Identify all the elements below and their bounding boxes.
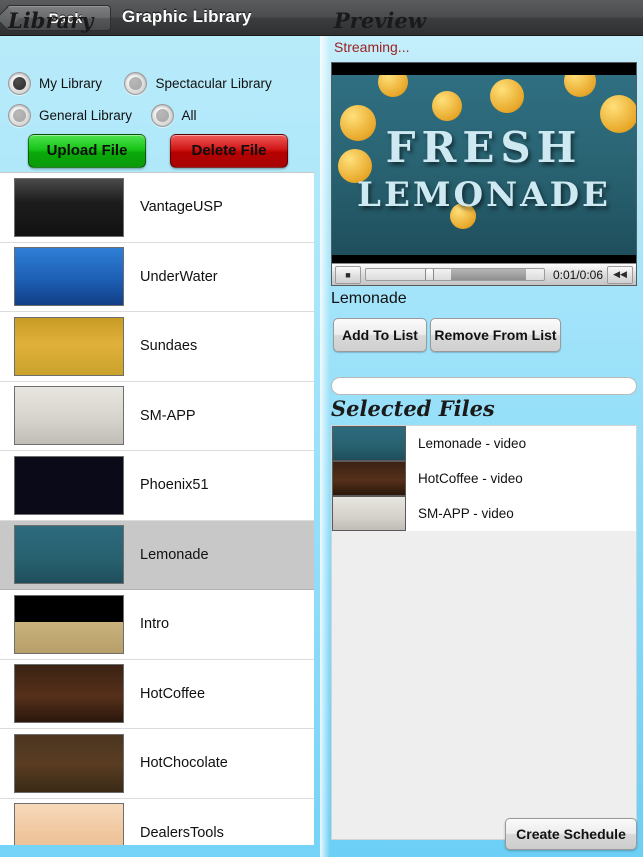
page-title: Graphic Library — [122, 7, 252, 26]
selected-file-thumbnail — [332, 461, 406, 496]
selected-files-heading: Selected Files — [331, 396, 495, 421]
file-name-label: VantageUSP — [140, 199, 223, 216]
radio-icon — [150, 104, 174, 127]
file-thumbnail — [14, 594, 124, 654]
radio-label: All — [181, 108, 197, 123]
table-row[interactable]: VantageUSP — [0, 173, 314, 243]
table-row[interactable]: HotCoffee — [0, 660, 314, 729]
file-name-label: Intro — [140, 616, 170, 633]
table-row[interactable]: UnderWater — [0, 243, 314, 312]
table-row[interactable]: Phoenix51 — [0, 451, 314, 521]
file-thumbnail — [14, 803, 124, 845]
playback-time: 0:01/0:06 — [552, 267, 603, 282]
preview-heading: Preview — [334, 8, 426, 33]
library-filter-row-1: My Library Spectacular Library — [8, 72, 272, 100]
selected-file-label: Lemonade - video — [418, 436, 527, 451]
table-row[interactable]: SM-APP — [0, 382, 314, 451]
file-thumbnail — [14, 247, 124, 307]
table-row[interactable]: DealersTools — [0, 799, 314, 845]
radio-general-library[interactable]: General Library — [8, 104, 132, 127]
file-name-label: DealersTools — [140, 824, 224, 841]
rewind-icon[interactable]: ◀◀ — [607, 265, 633, 284]
radio-spectacular-library[interactable]: Spectacular Library — [124, 72, 272, 95]
file-name-label: HotCoffee — [140, 685, 206, 702]
selected-file-thumbnail — [332, 426, 406, 461]
file-thumbnail — [14, 664, 124, 724]
create-schedule-button[interactable]: Create Schedule — [505, 818, 637, 850]
file-name-label: Sundaes — [140, 338, 198, 355]
library-file-list[interactable]: VantageUSP UnderWater Sundaes SM-APP Phoenix… — [0, 172, 314, 845]
radio-icon — [8, 104, 31, 127]
video-title-line-1: FRESH — [385, 123, 583, 172]
file-thumbnail — [14, 455, 124, 515]
video-player[interactable]: FRESH LEMONADE ■ 0:01/0:06 ◀◀ — [331, 62, 637, 286]
selected-files-list[interactable]: Lemonade - video HotCoffee - video SM-APP … — [331, 425, 637, 840]
top-navigation-bar: Back Graphic Library — [0, 0, 643, 36]
file-name-label: UnderWater — [140, 268, 218, 285]
add-to-list-button[interactable]: Add To List — [333, 318, 427, 352]
file-name-label: SM-APP — [140, 407, 196, 424]
selected-media-name: Lemonade — [331, 290, 407, 307]
file-name-label: HotChocolate — [140, 755, 228, 772]
file-thumbnail — [14, 316, 124, 376]
radio-my-library[interactable]: My Library — [8, 72, 102, 95]
table-row[interactable]: HotChocolate — [0, 729, 314, 799]
delete-file-button[interactable]: Delete File — [170, 134, 288, 168]
table-row[interactable]: Lemonade — [0, 520, 314, 590]
selected-file-label: HotCoffee - video — [418, 471, 523, 486]
radio-label: My Library — [39, 76, 103, 91]
library-filter-row-2: General Library All — [8, 104, 197, 132]
library-heading: Library — [8, 8, 94, 33]
table-row[interactable]: Sundaes — [0, 312, 314, 382]
selected-file-label: SM-APP - video — [418, 506, 514, 521]
file-name-label: Phoenix51 — [140, 477, 209, 494]
seek-handle[interactable] — [424, 269, 434, 280]
file-thumbnail — [14, 386, 124, 446]
file-name-label: Lemonade — [140, 546, 209, 563]
remove-from-list-button[interactable]: Remove From List — [430, 318, 561, 352]
player-controls[interactable]: ■ 0:01/0:06 ◀◀ — [332, 263, 636, 285]
video-title-line-2: LEMONADE — [357, 175, 611, 215]
file-thumbnail — [14, 177, 124, 237]
radio-label: Spectacular Library — [155, 76, 272, 91]
list-item[interactable]: SM-APP - video — [332, 496, 636, 531]
selected-file-thumbnail — [332, 496, 406, 531]
radio-icon — [8, 72, 31, 95]
table-row[interactable]: Intro — [0, 590, 314, 660]
radio-icon — [124, 72, 148, 95]
file-thumbnail — [14, 733, 124, 793]
file-thumbnail — [14, 525, 124, 585]
radio-all[interactable]: All — [150, 104, 197, 127]
list-item[interactable]: Lemonade - video — [332, 426, 636, 461]
pause-icon[interactable]: ■ — [335, 265, 361, 284]
list-item[interactable]: HotCoffee - video — [332, 461, 636, 496]
video-frame: FRESH LEMONADE — [332, 75, 636, 255]
radio-label: General Library — [39, 108, 133, 123]
streaming-status: Streaming... — [334, 39, 410, 55]
seek-slider[interactable] — [365, 268, 545, 281]
upload-file-button[interactable]: Upload File — [28, 134, 146, 168]
schedule-name-input[interactable] — [331, 377, 637, 395]
